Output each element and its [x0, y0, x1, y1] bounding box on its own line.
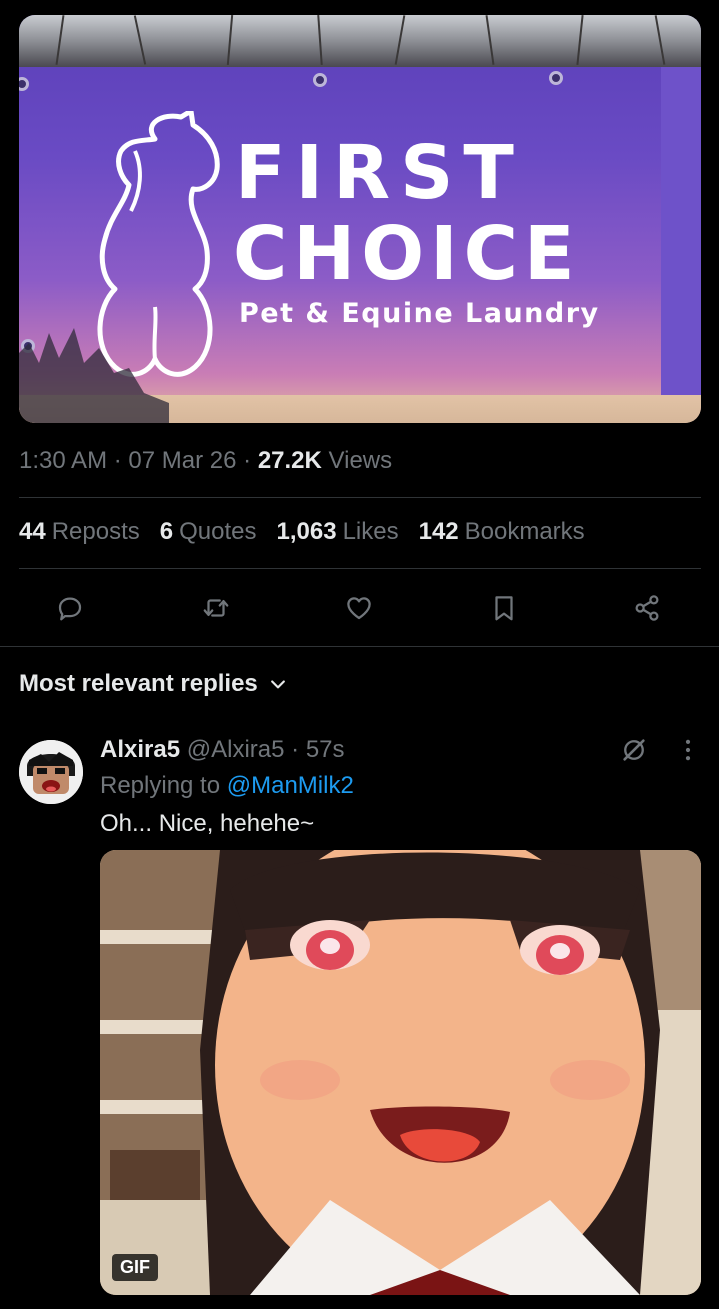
banner-edge [661, 67, 701, 407]
views-label: Views [328, 447, 393, 474]
like-icon [347, 597, 371, 620]
divider [19, 497, 701, 498]
like-button[interactable] [339, 588, 379, 628]
gif-badge: GIF [112, 1254, 158, 1281]
avatar-image [19, 740, 83, 804]
replying-mention[interactable]: @ManMilk2 [227, 772, 354, 799]
post-meta: 1:30 AM · 07 Mar 26 · 27.2K Views [19, 447, 392, 475]
stat-likes[interactable]: 1,063 Likes [277, 518, 399, 546]
replies-sort-label: Most relevant replies [19, 670, 258, 697]
sign-line-first: FIRST [235, 130, 524, 216]
share-button[interactable] [627, 588, 667, 628]
tree-background [19, 15, 701, 67]
divider [19, 568, 701, 569]
grommet-icon [549, 71, 563, 85]
more-vertical-icon [685, 739, 691, 761]
sign-line-subtitle: Pet & Equine Laundry [239, 298, 600, 329]
post-time: 1:30 AM [19, 447, 108, 474]
grok-button[interactable] [620, 736, 648, 769]
bookmark-icon [495, 596, 513, 621]
reply-text: Oh... Nice, hehehe~ [100, 810, 315, 837]
meta-separator: · [243, 447, 252, 474]
replies-sort-dropdown[interactable]: Most relevant replies [19, 670, 288, 698]
reply-author-handle[interactable]: @Alxira5 [187, 736, 285, 763]
reply-button[interactable] [50, 588, 90, 628]
chevron-down-icon [270, 680, 285, 689]
replying-to: Replying to @ManMilk2 [100, 772, 354, 800]
grok-icon [623, 739, 645, 761]
reply-gif[interactable]: GIF [100, 850, 701, 1295]
replying-prefix: Replying to [100, 772, 221, 799]
grommet-icon [19, 77, 29, 91]
stat-bookmarks[interactable]: 142 Bookmarks [419, 518, 585, 546]
stat-quotes[interactable]: 6 Quotes [160, 518, 257, 546]
meta-separator: · [113, 447, 122, 474]
repost-icon [203, 599, 229, 617]
repost-button[interactable] [196, 588, 236, 628]
reply-age: 57s [305, 736, 345, 763]
post-stats: 44 Reposts 6 Quotes 1,063 Likes 142 Bookmark… [19, 518, 585, 546]
views-count: 27.2K [257, 447, 322, 474]
reply-author-name[interactable]: Alxira5 [100, 736, 180, 763]
sign-line-choice: CHOICE [233, 211, 581, 297]
gif-frame [100, 850, 701, 1295]
bookmark-button[interactable] [484, 588, 524, 628]
meta-separator: · [291, 736, 300, 763]
avatar[interactable] [19, 740, 83, 804]
share-icon [635, 595, 659, 621]
grommet-icon [313, 73, 327, 87]
stat-reposts[interactable]: 44 Reposts [19, 518, 140, 546]
action-bar [0, 588, 719, 628]
post-date: 07 Mar 26 [128, 447, 237, 474]
reply-header: Alxira5 @Alxira5 · 57s [100, 736, 345, 764]
reply-icon [58, 597, 82, 621]
divider [0, 646, 719, 647]
foliage-decoration [19, 328, 169, 423]
more-options-button[interactable] [674, 736, 702, 769]
post-image[interactable]: FIRST CHOICE Pet & Equine Laundry [19, 15, 701, 423]
